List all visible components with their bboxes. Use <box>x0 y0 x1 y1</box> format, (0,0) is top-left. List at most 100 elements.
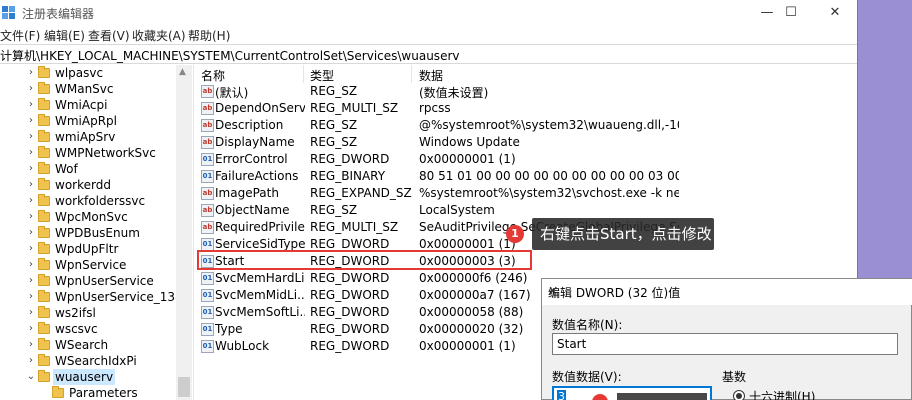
value-data-selected[interactable]: 3 <box>557 390 566 400</box>
expand-arrow-icon[interactable]: › <box>26 225 36 241</box>
scroll-up-icon[interactable]: ▲ <box>179 67 186 77</box>
folder-icon <box>38 66 50 78</box>
tree-item[interactable]: › WmiAcpi <box>0 97 192 113</box>
menu-favorites[interactable]: 收藏夹(A) <box>132 27 186 44</box>
expand-arrow-icon[interactable]: › <box>26 193 36 209</box>
column-divider[interactable] <box>411 65 412 83</box>
value-row[interactable]: abRequiredPrivile...REG_MULTI_SZSeAuditP… <box>197 219 857 236</box>
expand-arrow-icon[interactable]: › <box>26 65 36 81</box>
tree-item[interactable]: › WSearch <box>0 337 192 353</box>
tree-item[interactable]: › WpcMonSvc <box>0 209 192 225</box>
expand-arrow-icon[interactable]: › <box>26 97 36 113</box>
regedit-icon <box>2 6 15 19</box>
column-type[interactable]: 类型 <box>310 67 334 84</box>
binary-value-icon: 01 <box>201 272 214 285</box>
expand-arrow-icon[interactable]: › <box>26 289 36 305</box>
string-value-icon: ab <box>201 102 214 115</box>
key-tree: › wlpasvc › WManSvc › WmiAcpi › WmiApRpl › wm… <box>0 65 192 400</box>
list-header: 名称 类型 数据 <box>197 65 857 83</box>
folder-icon <box>38 162 50 174</box>
expand-arrow-icon[interactable]: › <box>26 353 36 369</box>
folder-icon <box>38 258 50 270</box>
column-data[interactable]: 数据 <box>419 67 443 84</box>
tree-item[interactable]: › WpnUserService_13820 <box>0 289 192 305</box>
folder-icon <box>38 306 50 318</box>
value-row[interactable]: 01 FailureActions REG_BINARY 80 51 01 00 00… <box>197 168 857 185</box>
tree-item[interactable]: › WSearchIdxPi <box>0 353 192 369</box>
folder-icon <box>38 274 50 286</box>
expand-arrow-icon[interactable]: › <box>26 161 36 177</box>
address-bar[interactable]: 计算机\HKEY_LOCAL_MACHINE\SYSTEM\CurrentCon… <box>0 44 857 64</box>
folder-icon <box>38 98 50 110</box>
binary-value-icon: 01 <box>201 323 214 336</box>
maximize-button[interactable]: ☐ <box>768 0 814 26</box>
value-row[interactable]: ab (默认) REG_SZ (数值未设置) <box>197 83 857 100</box>
tree-item[interactable]: › WManSvc <box>0 81 192 97</box>
window-title: 注册表编辑器 <box>22 7 95 21</box>
step-badge: 1 <box>506 225 524 243</box>
edit-dword-dialog: 编辑 DWORD (32 位)值 ✕ 数值名称(N): Start 数值数据(V… <box>541 278 912 400</box>
menu-view[interactable]: 查看(V) <box>88 27 130 44</box>
expand-arrow-icon[interactable]: › <box>26 241 36 257</box>
tree-item[interactable]: › workerdd <box>0 177 192 193</box>
menu-help[interactable]: 帮助(H) <box>188 27 230 44</box>
tree-item[interactable]: › Wof <box>0 161 192 177</box>
expand-arrow-icon[interactable]: › <box>26 337 36 353</box>
tree-item[interactable]: › WpnUserService <box>0 273 192 289</box>
close-button[interactable]: ✕ <box>812 0 857 26</box>
address-path[interactable]: 计算机\HKEY_LOCAL_MACHINE\SYSTEM\CurrentCon… <box>0 47 459 64</box>
menu-file[interactable]: 文件(F) <box>0 27 40 44</box>
tree-item[interactable]: › wscsvc <box>0 321 192 337</box>
value-row[interactable]: ab Description REG_SZ @%systemroot%\system3… <box>197 117 857 134</box>
string-value-icon: ab <box>201 119 214 132</box>
tree-item[interactable]: › workfolderssvc <box>0 193 192 209</box>
expand-arrow-icon[interactable]: › <box>26 145 36 161</box>
column-divider[interactable] <box>303 65 304 83</box>
expand-arrow-icon[interactable]: › <box>26 257 36 273</box>
folder-icon <box>38 130 50 142</box>
expand-arrow-icon[interactable]: › <box>26 81 36 97</box>
value-row[interactable]: 01 ErrorControl REG_DWORD 0x00000001 (1) <box>197 151 857 168</box>
tree-item-selected[interactable]: ⌄ wuauserv <box>0 369 192 385</box>
dialog-close-button[interactable]: ✕ <box>548 284 903 298</box>
value-row[interactable]: ab ObjectName REG_SZ LocalSystem <box>197 202 857 219</box>
callout-strip <box>617 393 707 400</box>
hex-radio[interactable] <box>733 390 745 400</box>
expand-arrow-icon[interactable]: › <box>26 305 36 321</box>
folder-icon <box>38 146 50 158</box>
collapse-arrow-icon[interactable]: ⌄ <box>26 369 36 385</box>
value-row[interactable]: abDependOnServi...REG_MULTI_SZrpcss <box>197 100 857 117</box>
tree-item-child[interactable]: Parameters <box>0 385 192 400</box>
expand-arrow-icon[interactable]: › <box>26 321 36 337</box>
expand-arrow-icon[interactable]: › <box>26 209 36 225</box>
folder-icon <box>38 178 50 190</box>
column-name[interactable]: 名称 <box>201 67 225 84</box>
value-name-field[interactable]: Start <box>552 333 898 355</box>
menu-bar: 文件(F) 编辑(E) 查看(V) 收藏夹(A) 帮助(H) <box>0 26 857 44</box>
scrollbar-thumb[interactable] <box>178 377 190 397</box>
expand-arrow-icon[interactable]: › <box>26 129 36 145</box>
tree-item[interactable]: › WpdUpFltr <box>0 241 192 257</box>
binary-value-icon: 01 <box>201 340 214 353</box>
value-name-label: 数值名称(N): <box>552 318 623 332</box>
tree-item[interactable]: › wlpasvc <box>0 65 192 81</box>
tree-item[interactable]: › WMPNetworkSvc <box>0 145 192 161</box>
tree-item[interactable]: › WmiApRpl <box>0 113 192 129</box>
tree-scrollbar[interactable]: ▲ <box>176 65 192 400</box>
expand-arrow-icon[interactable]: › <box>26 113 36 129</box>
folder-icon <box>38 322 50 334</box>
tree-item[interactable]: › WpnService <box>0 257 192 273</box>
value-row[interactable]: ab ImagePath REG_EXPAND_SZ %systemroot%\sys… <box>197 185 857 202</box>
dialog-title-bar: 编辑 DWORD (32 位)值 ✕ <box>542 279 912 305</box>
value-row[interactable]: ab DisplayName REG_SZ Windows Update <box>197 134 857 151</box>
tree-item[interactable]: › WPDBusEnum <box>0 225 192 241</box>
folder-open-icon <box>38 370 50 382</box>
base-label: 基数 <box>722 370 747 384</box>
folder-icon <box>38 226 50 238</box>
expand-arrow-icon[interactable]: › <box>26 273 36 289</box>
folder-icon <box>38 210 50 222</box>
expand-arrow-icon[interactable]: › <box>26 177 36 193</box>
tree-item[interactable]: › ws2ifsl <box>0 305 192 321</box>
menu-edit[interactable]: 编辑(E) <box>44 27 85 44</box>
tree-item[interactable]: › wmiApSrv <box>0 129 192 145</box>
